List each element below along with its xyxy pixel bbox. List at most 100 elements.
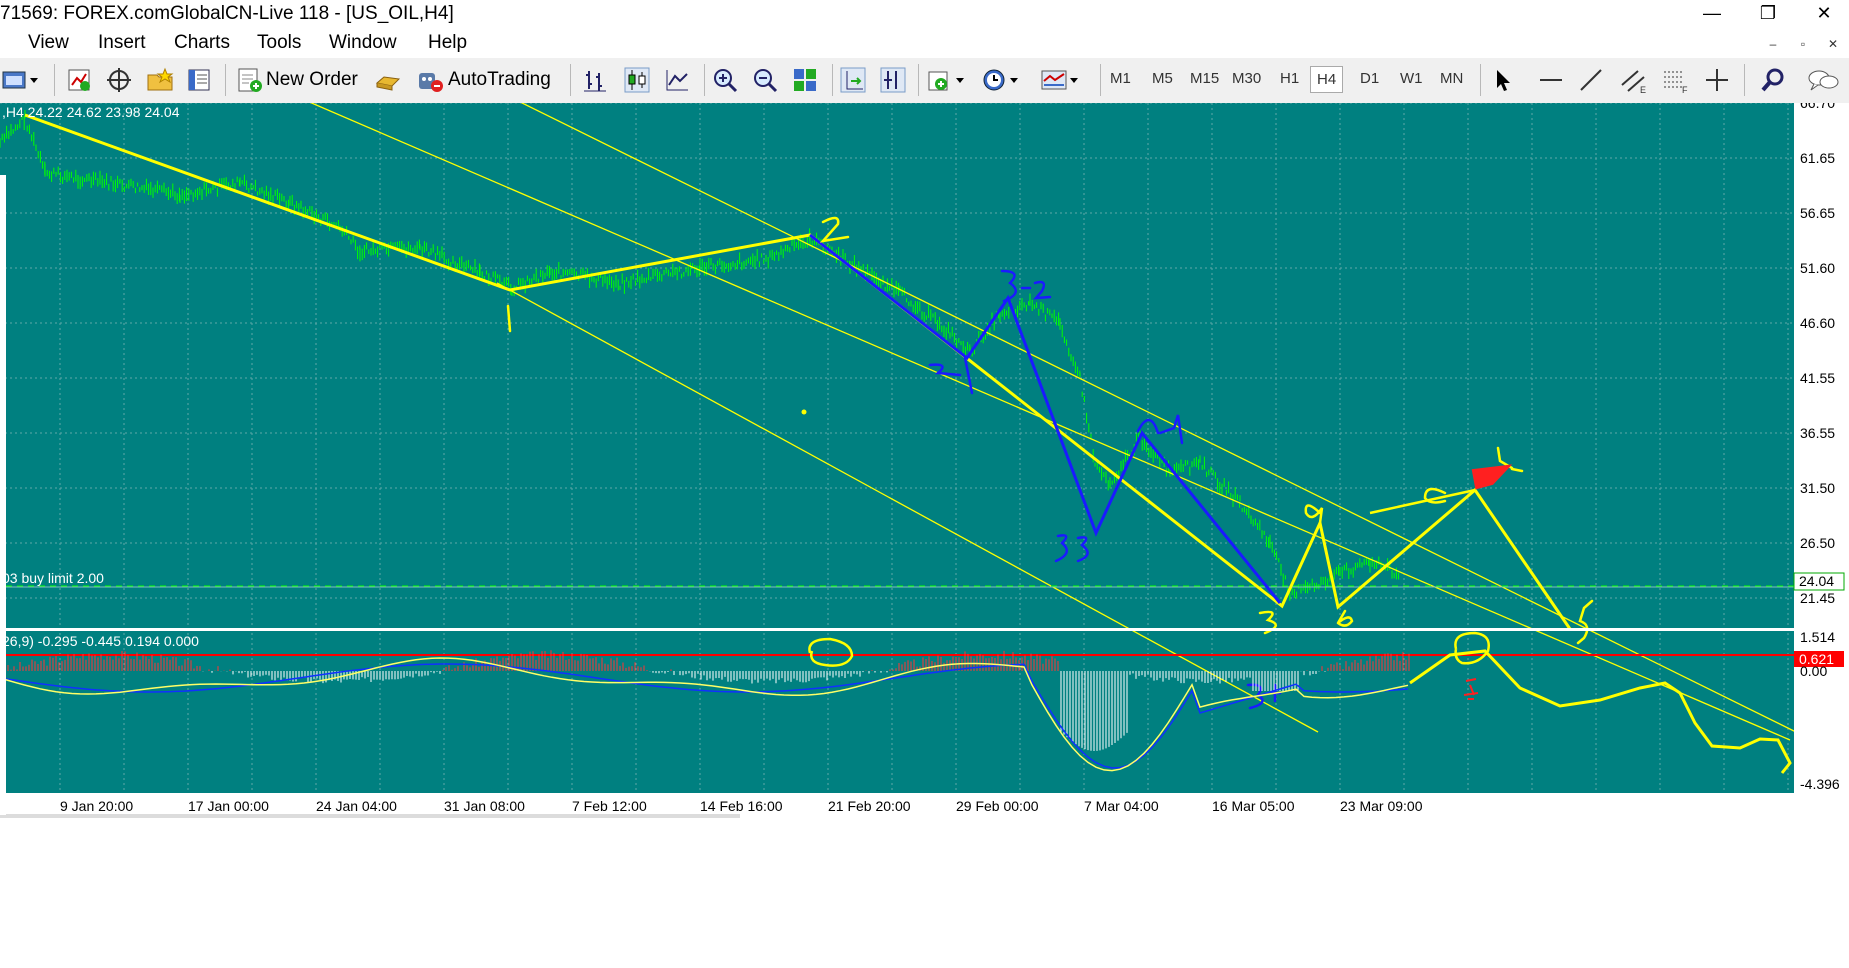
tile-windows-button[interactable] bbox=[792, 66, 818, 94]
timeframe-h4[interactable]: H4 bbox=[1310, 66, 1344, 93]
market-book-button[interactable] bbox=[374, 66, 402, 94]
timeframe-d1[interactable]: D1 bbox=[1360, 70, 1379, 87]
svg-text:F: F bbox=[1682, 85, 1688, 93]
autoscroll-icon bbox=[840, 67, 866, 93]
crosshair-tool-button[interactable] bbox=[1704, 66, 1730, 94]
toolbar: New Order AutoTrading M1 M5 M15 M30 H1 H… bbox=[0, 58, 1849, 104]
indicator-tick-top: 1.514 bbox=[1800, 629, 1835, 645]
date-tick-label: 17 Jan 00:00 bbox=[188, 798, 269, 814]
date-tick-label: 7 Feb 12:00 bbox=[572, 798, 647, 814]
equidistant-channel-tool-button[interactable]: E bbox=[1620, 66, 1648, 94]
menu-charts[interactable]: Charts bbox=[174, 32, 230, 54]
date-tick-label: 16 Mar 05:00 bbox=[1212, 798, 1295, 814]
zoom-out-button[interactable] bbox=[752, 66, 778, 94]
minimize-button[interactable]: — bbox=[1692, 0, 1732, 26]
autoscroll-button[interactable] bbox=[840, 66, 866, 94]
search-button[interactable] bbox=[1760, 66, 1786, 94]
gold-bars-icon bbox=[375, 76, 401, 91]
new-order-button[interactable]: New Order bbox=[236, 66, 358, 94]
current-price-label: 24.04 bbox=[1799, 573, 1834, 589]
timeframe-m15[interactable]: M15 bbox=[1190, 70, 1219, 87]
menu-window[interactable]: Window bbox=[329, 32, 397, 54]
line-chart-button[interactable] bbox=[664, 66, 690, 94]
yellow-circle-markers bbox=[808, 631, 1490, 667]
mdi-restore-button[interactable]: ▫ bbox=[1792, 34, 1814, 54]
zoom-out-icon bbox=[754, 69, 778, 93]
horizontal-line-tool-button[interactable] bbox=[1538, 66, 1564, 94]
cursor-arrow-icon bbox=[1497, 70, 1510, 91]
indicator-label: 26,9) -0.295 -0.445 0.194 0.000 bbox=[2, 633, 199, 649]
data-window-button[interactable] bbox=[186, 66, 212, 94]
price-tick-label: 46.60 bbox=[1800, 315, 1835, 331]
timeframe-mn[interactable]: MN bbox=[1440, 70, 1463, 87]
indicators-dropdown[interactable] bbox=[926, 66, 966, 94]
yellow-wave-path bbox=[24, 113, 1572, 630]
date-tick-label: 31 Jan 08:00 bbox=[444, 798, 525, 814]
price-tick-label: 66.70 bbox=[1800, 103, 1835, 111]
search-icon bbox=[1761, 68, 1784, 92]
folder-star-icon bbox=[147, 67, 174, 91]
timeframe-m5[interactable]: M5 bbox=[1152, 70, 1173, 87]
candlestick-button[interactable] bbox=[624, 66, 650, 94]
mdi-close-button[interactable]: ✕ bbox=[1822, 34, 1844, 54]
chart-canvas[interactable]: ,H4 24.22 24.62 23.98 24.04 03 buy limit… bbox=[0, 103, 1849, 968]
menu-insert[interactable]: Insert bbox=[98, 32, 146, 54]
periods-dropdown[interactable] bbox=[982, 66, 1022, 94]
cursor-tool-button[interactable] bbox=[1490, 66, 1516, 94]
menu-help[interactable]: Help bbox=[428, 32, 467, 54]
navigator-button[interactable] bbox=[106, 66, 132, 94]
anchor-point bbox=[801, 409, 807, 415]
circle-marker-1 bbox=[808, 637, 854, 667]
svg-text:E: E bbox=[1640, 85, 1646, 93]
yellow-projection-curve bbox=[1409, 649, 1792, 774]
horizontal-scrollbar[interactable] bbox=[0, 814, 740, 818]
templates-dropdown[interactable] bbox=[1040, 66, 1080, 94]
horizontal-line-icon bbox=[1540, 79, 1562, 81]
timeframe-h1[interactable]: H1 bbox=[1280, 70, 1299, 87]
new-order-label: New Order bbox=[266, 69, 358, 90]
profiles-dropdown[interactable] bbox=[2, 66, 40, 94]
bar-chart-icon bbox=[584, 71, 606, 92]
profiles-icon bbox=[2, 71, 38, 89]
zoom-in-icon bbox=[714, 69, 738, 93]
new-order-icon bbox=[238, 68, 262, 92]
chart-shift-icon bbox=[880, 67, 906, 93]
trendline-tool-button[interactable] bbox=[1578, 66, 1604, 94]
subwave-label-3-2 bbox=[1000, 269, 1052, 303]
price-tick-label: 61.65 bbox=[1800, 150, 1835, 166]
date-tick-label: 9 Jan 20:00 bbox=[60, 798, 133, 814]
subwave-label-3-1 bbox=[928, 356, 974, 395]
fibonacci-tool-button[interactable]: F bbox=[1662, 66, 1690, 94]
new-chart-button[interactable] bbox=[66, 66, 92, 94]
channel-line-upper bbox=[520, 103, 1801, 735]
zoom-in-button[interactable] bbox=[712, 66, 738, 94]
chart-shift-button[interactable] bbox=[880, 66, 906, 94]
restore-button[interactable]: ❐ bbox=[1748, 0, 1788, 26]
crosshair-target-icon bbox=[107, 68, 131, 92]
chart-window[interactable]: ,H4 24.22 24.62 23.98 24.04 03 buy limit… bbox=[0, 103, 1849, 968]
timeframe-w1[interactable]: W1 bbox=[1400, 70, 1423, 87]
subwave-label-3-3 bbox=[1054, 534, 1089, 563]
menu-tools[interactable]: Tools bbox=[257, 32, 301, 54]
date-tick-label: 21 Feb 20:00 bbox=[828, 798, 911, 814]
price-tick-label: 31.50 bbox=[1800, 480, 1835, 496]
mdi-minimize-button[interactable]: ‒ bbox=[1762, 34, 1784, 54]
timeframe-m1[interactable]: M1 bbox=[1110, 70, 1131, 87]
autotrading-button[interactable]: AutoTrading bbox=[416, 66, 551, 94]
bar-chart-button[interactable] bbox=[582, 66, 608, 94]
indicator-tick-bottom: -4.396 bbox=[1800, 776, 1840, 792]
fibonacci-icon: F bbox=[1664, 71, 1688, 93]
chat-button[interactable] bbox=[1806, 66, 1840, 94]
crosshair-icon bbox=[1706, 69, 1728, 91]
trendline-icon bbox=[1580, 69, 1602, 91]
market-watch-button[interactable] bbox=[146, 66, 174, 94]
price-tick-label: 56.65 bbox=[1800, 205, 1835, 221]
indicators-icon bbox=[928, 71, 964, 91]
wave-label-5 bbox=[1576, 599, 1594, 645]
red-target-marker bbox=[1471, 464, 1513, 490]
left-panel-edge bbox=[0, 175, 6, 815]
close-button[interactable]: ✕ bbox=[1804, 0, 1844, 26]
menu-view[interactable]: View bbox=[28, 32, 69, 54]
timeframe-m30[interactable]: M30 bbox=[1232, 70, 1261, 87]
candlestick-icon bbox=[624, 67, 650, 93]
